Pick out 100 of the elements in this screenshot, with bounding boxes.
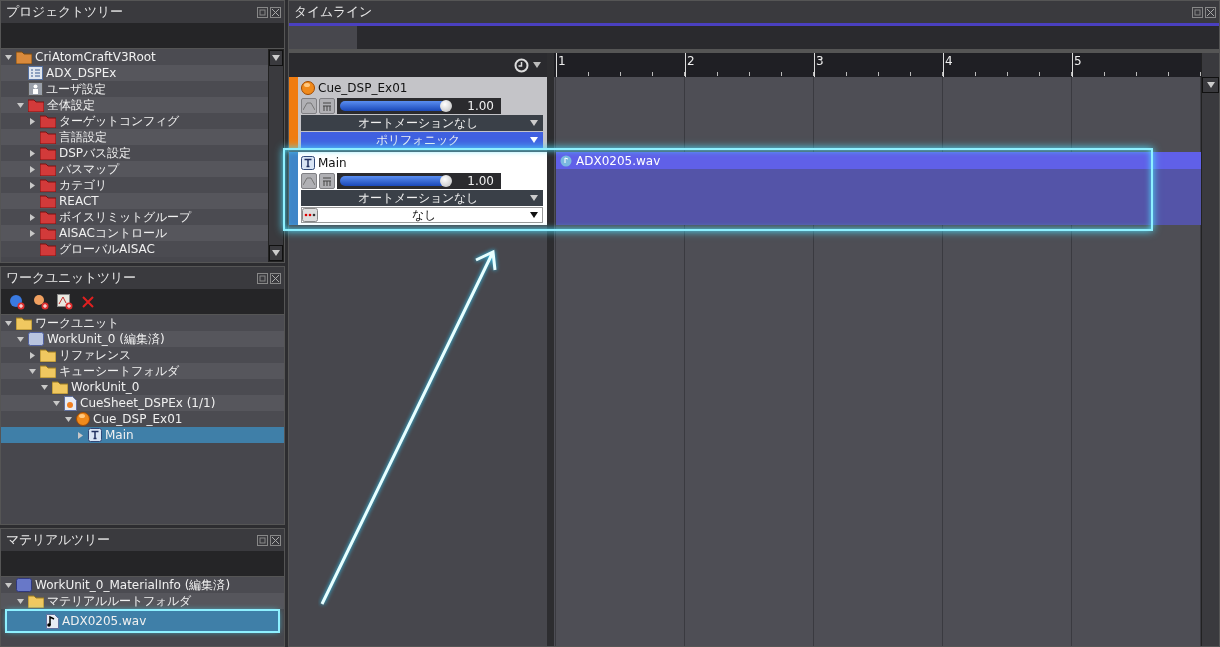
tree-item[interactable]: WorkUnit_0 (編集済) (1, 331, 284, 347)
tree-item[interactable]: REACT (1, 193, 268, 209)
envelope-button[interactable] (301, 172, 317, 189)
float-window-icon[interactable] (257, 272, 268, 284)
expanded-arrow-icon[interactable] (40, 382, 49, 392)
panel-title: ワークユニットツリー (6, 269, 137, 287)
tree-item[interactable]: ADX_DSPEx (1, 65, 268, 81)
music-note-file-icon (46, 613, 59, 629)
track-name: Main (318, 155, 347, 170)
tree-item-label: ワークユニット (35, 315, 119, 332)
collapsed-arrow-icon[interactable] (28, 148, 37, 158)
volume-value: 1.00 (466, 173, 495, 188)
tree-item-label: ユーザ設定 (46, 80, 106, 98)
tree-item[interactable]: WorkUnit_0_MaterialInfo (編集済) (1, 577, 284, 593)
expanded-arrow-icon[interactable] (52, 398, 61, 408)
cue-sphere-icon (301, 80, 315, 95)
tree-item[interactable]: CueSheet_DSPEx (1/1) (1, 395, 284, 411)
tree-item[interactable]: Cue_DSP_Ex01 (1, 411, 284, 427)
close-icon[interactable] (270, 534, 281, 546)
slider-thumb[interactable] (440, 99, 453, 112)
expanded-arrow-icon[interactable] (4, 52, 13, 62)
close-icon[interactable] (1205, 6, 1216, 18)
float-window-icon[interactable] (1192, 6, 1203, 18)
overview-thumb[interactable] (289, 26, 357, 49)
effect-dropdown[interactable]: なし (301, 207, 543, 223)
tree-item[interactable]: ターゲットコンフィグ (1, 113, 268, 129)
workunit-icon (28, 332, 44, 346)
slider-thumb[interactable] (440, 174, 453, 187)
expanded-arrow-icon[interactable] (16, 334, 25, 344)
tree-item[interactable]: WorkUnit_0 (1, 379, 284, 395)
dropdown-caret-icon[interactable] (533, 62, 541, 68)
dots-icon (302, 208, 318, 222)
track-header[interactable]: Cue_DSP_Ex01 1.00 オートメーションなし ポリフォニック (289, 77, 547, 148)
music-note-icon (560, 154, 572, 167)
volume-slider[interactable]: 1.00 (337, 97, 501, 114)
tree-item[interactable]: バスマップ (1, 161, 268, 177)
tree-item[interactable]: ボイスリミットグループ (1, 209, 268, 225)
collapsed-arrow-icon[interactable] (28, 350, 37, 360)
tree-item[interactable]: ADX0205.wav (7, 611, 278, 631)
tree-item[interactable]: Main (1, 427, 284, 443)
meter-button[interactable] (319, 97, 335, 114)
meter-button[interactable] (319, 172, 335, 189)
expanded-arrow-icon[interactable] (64, 414, 73, 424)
tree-item[interactable]: リファレンス (1, 347, 284, 363)
delete-icon[interactable] (81, 294, 95, 309)
ruler-number: 5 (1074, 54, 1082, 68)
timeline-grid[interactable]: 1 2 3 4 5 ADX0205.wav (554, 53, 1201, 646)
tree-item[interactable]: AISACコントロール (1, 225, 268, 241)
tree-item[interactable]: マテリアルルートフォルダ (1, 593, 284, 609)
ruler-number: 2 (687, 54, 695, 68)
expanded-arrow-icon[interactable] (16, 596, 25, 606)
collapsed-arrow-icon[interactable] (28, 180, 37, 190)
scrollbar[interactable] (268, 49, 284, 262)
envelope-icon (303, 175, 315, 186)
collapsed-arrow-icon[interactable] (28, 212, 37, 222)
close-icon[interactable] (270, 272, 281, 284)
meter-icon (322, 175, 332, 186)
automation-dropdown[interactable]: オートメーションなし (301, 190, 543, 206)
dropdown-caret-icon[interactable] (272, 250, 280, 256)
collapsed-arrow-icon[interactable] (28, 228, 37, 238)
expanded-arrow-icon[interactable] (4, 580, 13, 590)
tree-item[interactable]: 全体設定 (1, 97, 268, 113)
clock-icon[interactable] (514, 57, 529, 73)
track-header[interactable]: Main 1.00 オートメーションなし なし (289, 152, 547, 225)
add-sphere-icon[interactable] (9, 293, 25, 310)
tree-item[interactable]: 言語設定 (1, 129, 268, 145)
collapsed-arrow-icon[interactable] (28, 164, 37, 174)
add-group-icon[interactable] (33, 293, 49, 310)
dropdown-caret-icon[interactable] (530, 212, 538, 218)
add-graph-icon[interactable] (57, 293, 73, 310)
volume-value: 1.00 (466, 98, 495, 113)
tree-item[interactable]: カテゴリ (1, 177, 268, 193)
dropdown-caret-icon[interactable] (530, 120, 538, 126)
tree-item-label: ボイスリミットグループ (59, 208, 191, 226)
scrollbar[interactable] (1201, 53, 1219, 646)
dropdown-caret-icon[interactable] (1206, 82, 1215, 88)
expanded-arrow-icon[interactable] (4, 318, 13, 328)
float-window-icon[interactable] (257, 534, 268, 546)
expanded-arrow-icon[interactable] (28, 366, 37, 376)
tree-item-label: キューシートフォルダ (59, 362, 179, 380)
time-ruler[interactable]: 1 2 3 4 5 (554, 53, 1201, 77)
tree-item[interactable]: キューシートフォルダ (1, 363, 284, 379)
tree-item[interactable]: DSPバス設定 (1, 145, 268, 161)
dropdown-caret-icon[interactable] (530, 195, 538, 201)
close-icon[interactable] (270, 6, 281, 18)
dropdown-caret-icon[interactable] (272, 55, 280, 61)
float-window-icon[interactable] (257, 6, 268, 18)
tree-item[interactable]: ユーザ設定 (1, 81, 268, 97)
track-t-icon (301, 155, 315, 170)
collapsed-arrow-icon[interactable] (28, 116, 37, 126)
playback-mode-dropdown[interactable]: ポリフォニック (301, 132, 543, 148)
tree-item-label: ターゲットコンフィグ (59, 112, 179, 130)
tree-item[interactable]: グローバルAISAC (1, 241, 268, 257)
volume-slider[interactable]: 1.00 (337, 172, 501, 189)
expanded-arrow-icon[interactable] (16, 100, 25, 110)
tree-item[interactable]: ワークユニット (1, 315, 284, 331)
tree-item[interactable]: CriAtomCraftV3Root (1, 49, 268, 65)
collapsed-arrow-icon[interactable] (76, 430, 85, 440)
automation-dropdown[interactable]: オートメーションなし (301, 115, 543, 131)
waveform-clip[interactable]: ADX0205.wav (556, 152, 1201, 225)
